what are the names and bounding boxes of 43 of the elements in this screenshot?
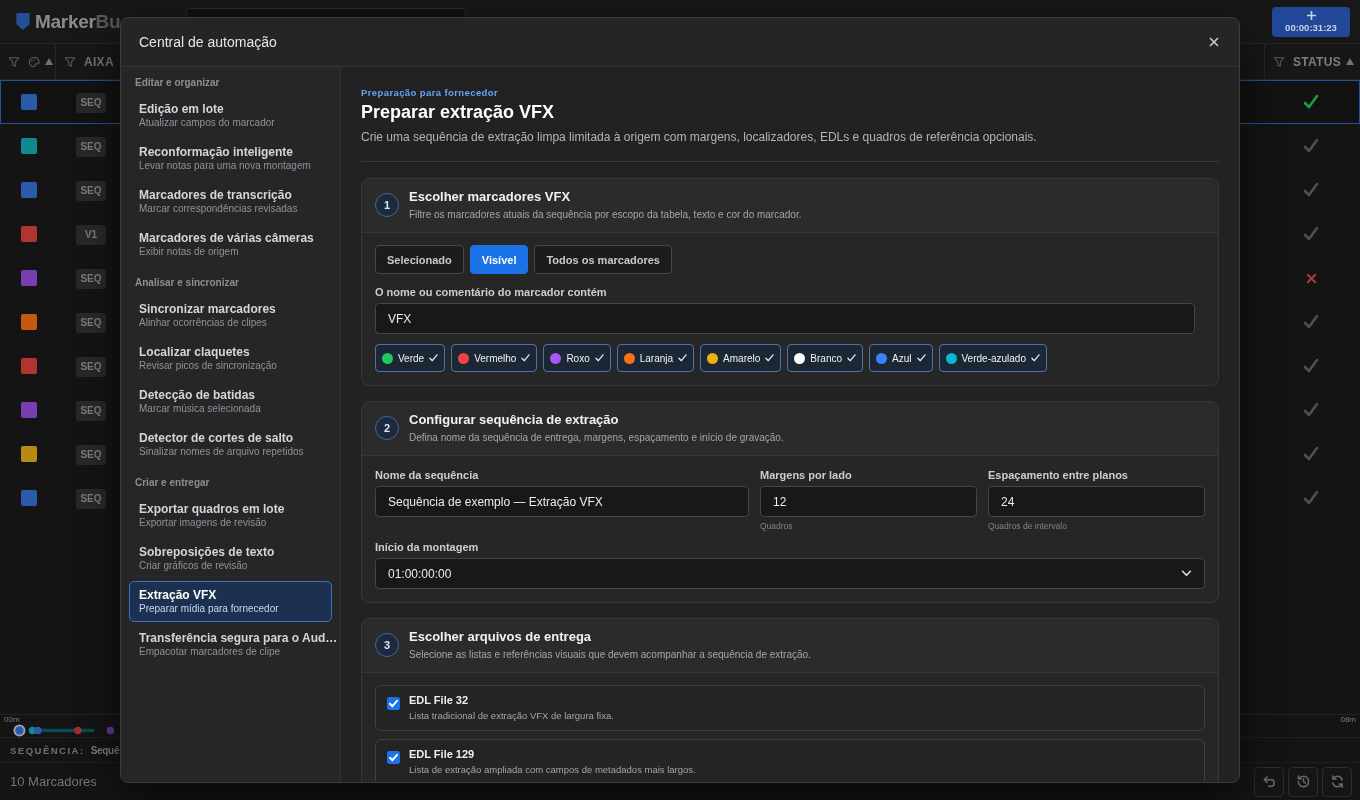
section-heading: Editar e organizar	[134, 76, 221, 90]
field-label: Nome da sequência	[375, 468, 480, 482]
step-subtitle: Filtre os marcadores atuais da sequência por escopo da tabela, texto e cor do marcador.	[409, 207, 802, 221]
step-number: 3	[375, 632, 399, 657]
track-tag: SEQ	[76, 92, 106, 113]
track-tag: SEQ	[76, 180, 106, 201]
option-title: EDL File 129	[409, 748, 476, 761]
field-label: Margens por lado	[760, 468, 853, 482]
step-title: Escolher marcadores VFX	[409, 188, 572, 205]
step-title: Configurar sequência de extração	[409, 411, 620, 428]
page-kicker: Preparação para fornecedor	[361, 87, 500, 99]
field-label: Início da montagem	[375, 540, 480, 554]
time-label: 00m	[4, 715, 20, 724]
field-label: O nome ou comentário do marcador contém	[375, 285, 608, 299]
field-hint: Quadros de intervalo	[988, 521, 1068, 531]
option-description: Lista de extração ampliada com campos de metadados mais largos.	[409, 764, 696, 776]
track-tag: SEQ	[76, 312, 106, 333]
sequence-name: Sequê	[90, 744, 120, 756]
step-subtitle: Defina nome da sequência de entrega, margens, espaçamento e início de gravação.	[409, 430, 784, 444]
section-heading: Analisar e sincronizar	[134, 276, 240, 290]
time-label: 08m	[1340, 715, 1356, 724]
track-tag: SEQ	[76, 136, 106, 157]
step-title: Escolher arquivos de entrega	[409, 628, 593, 645]
section-heading: Criar e entregar	[134, 476, 211, 490]
marker-count: 10 Marcadores	[10, 774, 97, 789]
option-description: Lista tradicional de extração VFX de largura fixa.	[409, 710, 614, 722]
track-tag: SEQ	[76, 488, 106, 509]
step-number: 2	[375, 415, 399, 440]
track-tag: SEQ	[76, 356, 106, 377]
field-hint: Quadros	[760, 521, 794, 531]
track-tag: SEQ	[76, 268, 106, 289]
app-logo: MarkerBu	[35, 10, 121, 33]
field-label: Espaçamento entre planos	[988, 468, 1129, 482]
step-number: 1	[375, 192, 399, 217]
track-tag: SEQ	[76, 444, 106, 465]
page-title: Preparar extração VFX	[361, 101, 556, 123]
track-tag: SEQ	[76, 400, 106, 421]
option-title: EDL File 32	[409, 694, 470, 707]
track-tag: V1	[76, 224, 106, 245]
sequence-label: SEQUÊNCIA:	[10, 744, 85, 756]
step-subtitle: Selecione as listas e referências visuais que devem acompanhar a sequência de extração.	[409, 647, 811, 661]
dialog-title: Central de automação	[139, 34, 277, 50]
page-description: Crie uma sequência de extração limpa limitada à origem com margens, localizadores, EDLs e quadros de referência opcionais.	[361, 129, 1038, 145]
